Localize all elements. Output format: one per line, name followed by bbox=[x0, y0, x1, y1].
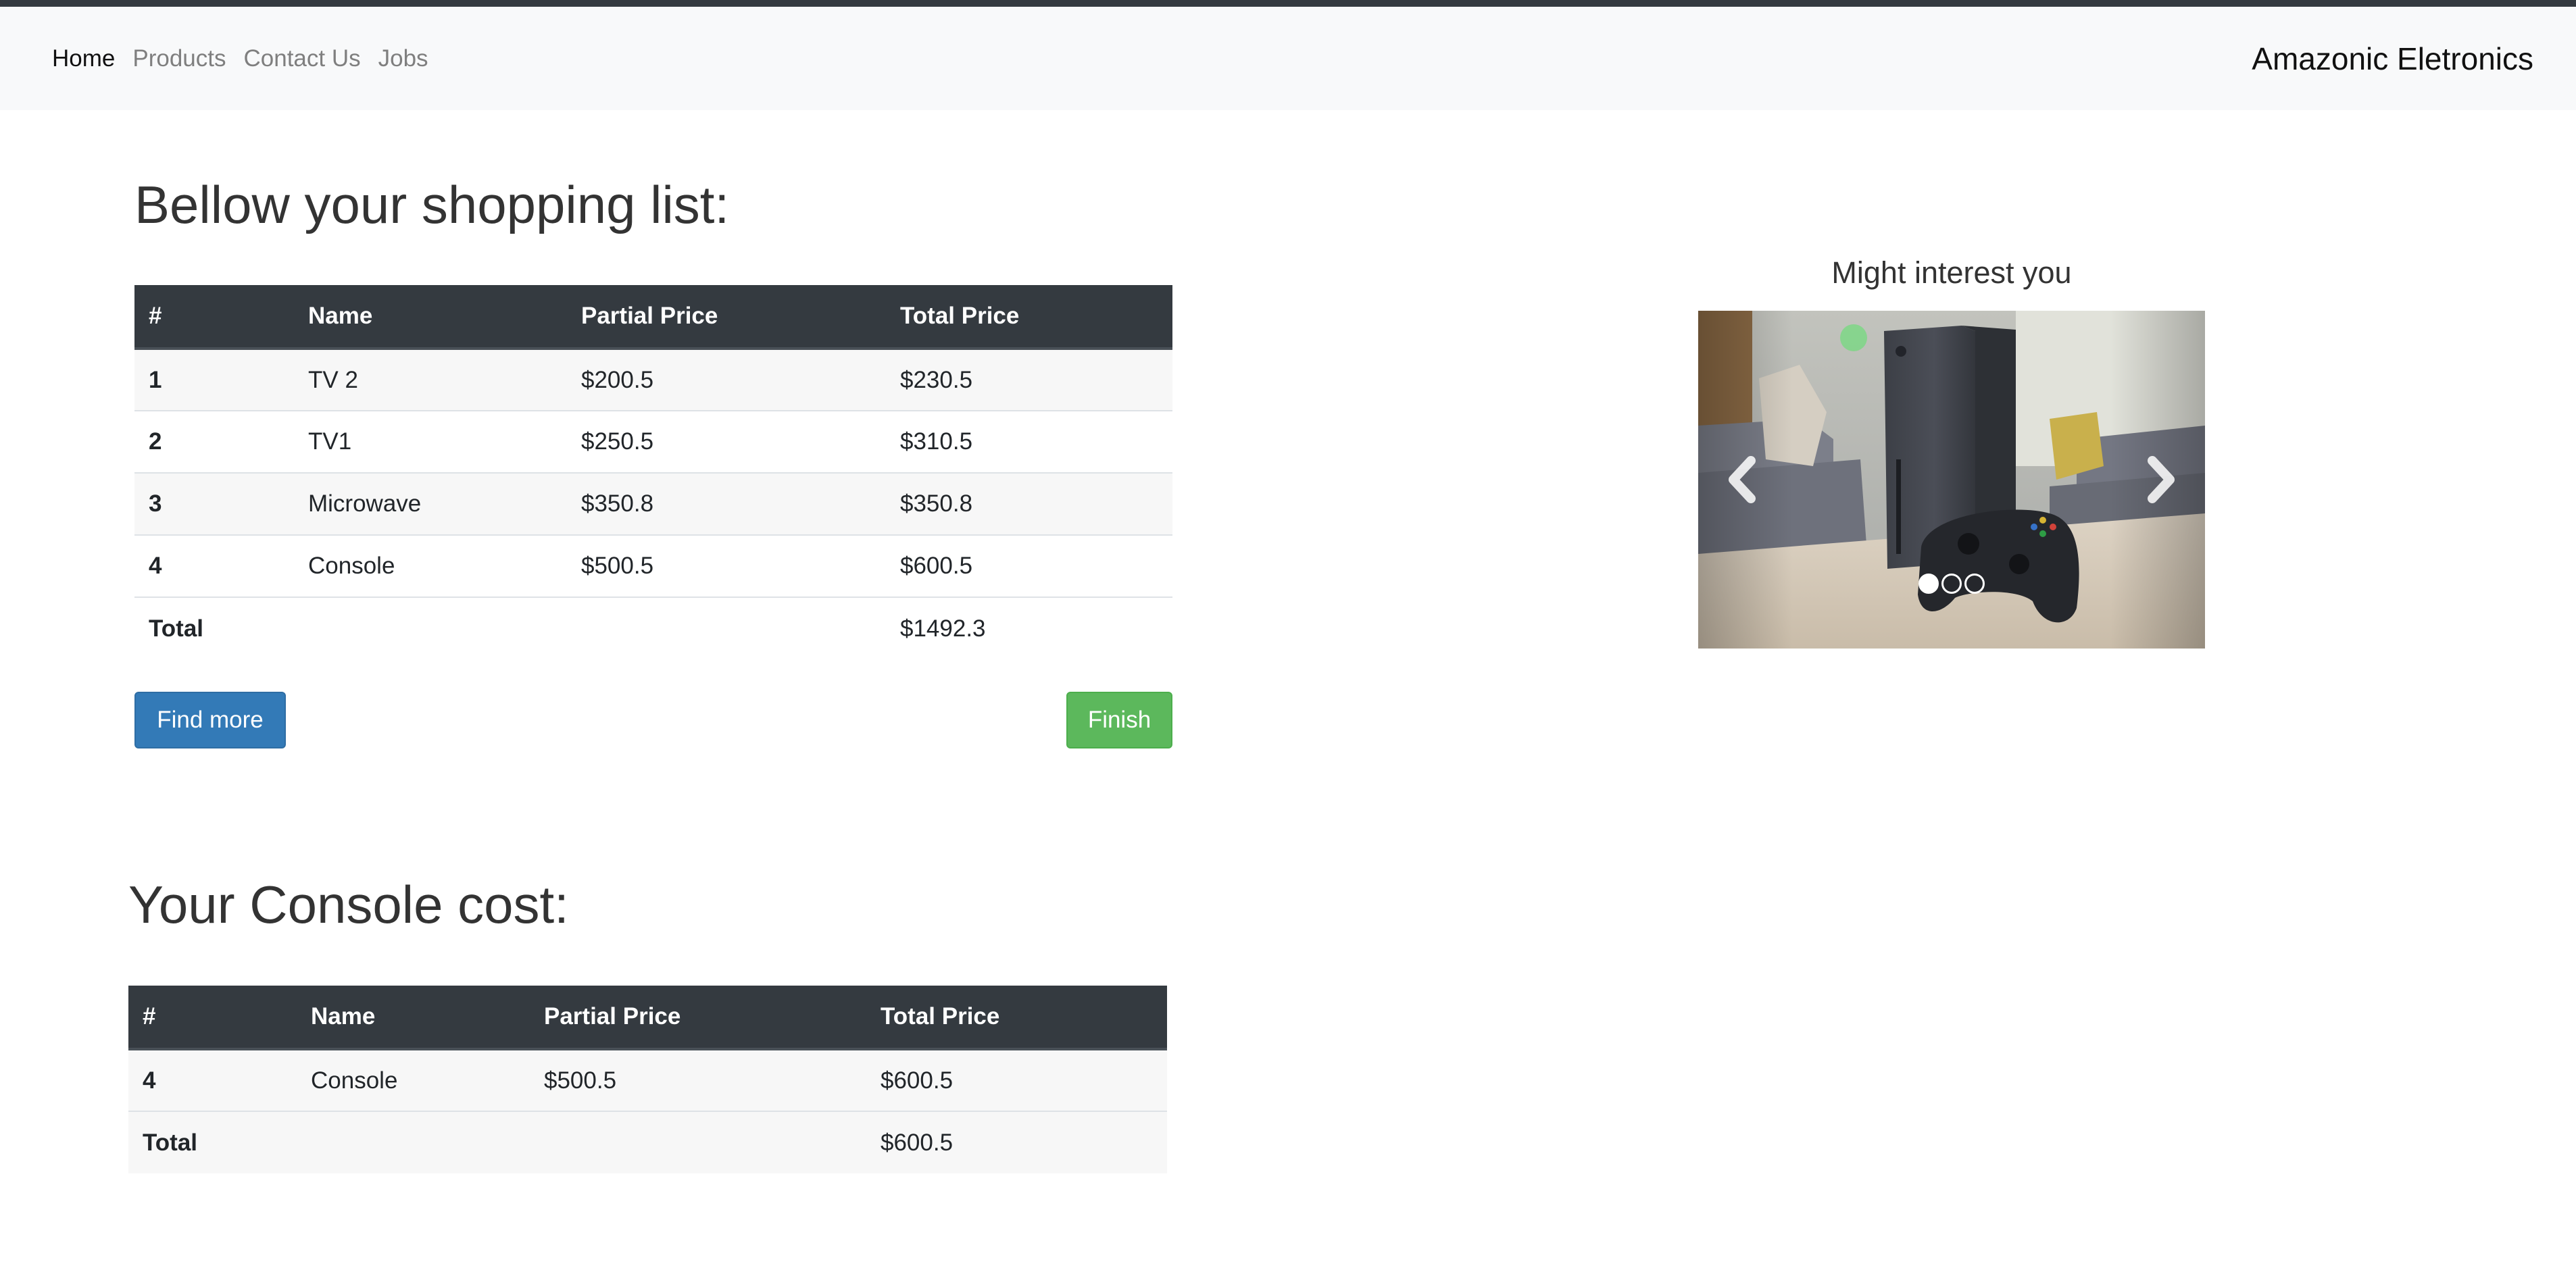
nav-links: Home Products Contact Us Jobs bbox=[52, 45, 446, 72]
column-header-partial-price: Partial Price bbox=[530, 986, 866, 1050]
nav-link-home[interactable]: Home bbox=[52, 45, 115, 72]
table-header-row: # Name Partial Price Total Price bbox=[134, 285, 1172, 350]
column-header-name: Name bbox=[294, 285, 567, 350]
partial-price: $250.5 bbox=[567, 410, 886, 473]
find-more-button[interactable]: Find more bbox=[134, 692, 286, 748]
navbar: Home Products Contact Us Jobs Amazonic E… bbox=[0, 7, 2576, 110]
nav-link-contact-us[interactable]: Contact Us bbox=[244, 45, 361, 72]
total-row: Total $600.5 bbox=[128, 1111, 1167, 1173]
carousel-indicator[interactable] bbox=[1941, 574, 1962, 594]
nav-link-jobs[interactable]: Jobs bbox=[378, 45, 428, 72]
column-header-name: Name bbox=[297, 986, 530, 1050]
nav-link-products[interactable]: Products bbox=[132, 45, 226, 72]
total-value: $1492.3 bbox=[886, 596, 1172, 659]
column-header-number: # bbox=[134, 285, 294, 350]
total-price: $350.8 bbox=[886, 472, 1172, 535]
shopping-list-heading: Bellow your shopping list: bbox=[134, 175, 730, 234]
column-header-total-price: Total Price bbox=[866, 986, 1167, 1050]
carousel-indicator[interactable] bbox=[1918, 574, 1939, 594]
top-stripe bbox=[0, 0, 2576, 7]
carousel-next-control[interactable] bbox=[2110, 311, 2205, 649]
total-price: $310.5 bbox=[886, 410, 1172, 473]
brand-name[interactable]: Amazonic Eletronics bbox=[2252, 41, 2533, 77]
table-row: 1 TV 2 $200.5 $230.5 bbox=[134, 348, 1172, 411]
row-number: 4 bbox=[128, 1048, 297, 1111]
console-cost-table: # Name Partial Price Total Price 4 Conso… bbox=[128, 986, 1167, 1173]
chevron-left-icon bbox=[1729, 456, 1756, 503]
item-name: TV1 bbox=[294, 410, 567, 473]
total-label: Total bbox=[134, 596, 294, 659]
partial-price: $350.8 bbox=[567, 472, 886, 535]
item-name: Console bbox=[294, 534, 567, 597]
row-number: 3 bbox=[134, 472, 294, 535]
carousel-title: Might interest you bbox=[1831, 255, 2072, 290]
total-price: $600.5 bbox=[866, 1048, 1167, 1111]
partial-price: $500.5 bbox=[530, 1048, 866, 1111]
shopping-list-table: # Name Partial Price Total Price 1 TV 2 … bbox=[134, 285, 1172, 659]
carousel-prev-control[interactable] bbox=[1698, 311, 1793, 649]
row-number: 4 bbox=[134, 534, 294, 597]
table-header-row: # Name Partial Price Total Price bbox=[128, 986, 1167, 1050]
table-row: 3 Microwave $350.8 $350.8 bbox=[134, 472, 1172, 535]
partial-price: $200.5 bbox=[567, 348, 886, 411]
item-name: Console bbox=[297, 1048, 530, 1111]
total-price: $600.5 bbox=[886, 534, 1172, 597]
product-carousel[interactable] bbox=[1698, 311, 2205, 649]
item-name: Microwave bbox=[294, 472, 567, 535]
row-number: 1 bbox=[134, 348, 294, 411]
carousel-indicator[interactable] bbox=[1964, 574, 1985, 594]
table-row: 4 Console $500.5 $600.5 bbox=[128, 1048, 1167, 1111]
table-row: 4 Console $500.5 $600.5 bbox=[134, 534, 1172, 597]
partial-price: $500.5 bbox=[567, 534, 886, 597]
item-name: TV 2 bbox=[294, 348, 567, 411]
column-header-partial-price: Partial Price bbox=[567, 285, 886, 350]
row-number: 2 bbox=[134, 410, 294, 473]
total-price: $230.5 bbox=[886, 348, 1172, 411]
total-label: Total bbox=[128, 1111, 297, 1173]
finish-button[interactable]: Finish bbox=[1066, 692, 1172, 748]
console-cost-heading: Your Console cost: bbox=[128, 875, 569, 934]
chevron-right-icon bbox=[2148, 456, 2175, 503]
column-header-total-price: Total Price bbox=[886, 285, 1172, 350]
column-header-number: # bbox=[128, 986, 297, 1050]
table-row: 2 TV1 $250.5 $310.5 bbox=[134, 410, 1172, 473]
total-value: $600.5 bbox=[866, 1111, 1167, 1173]
total-row: Total $1492.3 bbox=[134, 596, 1172, 659]
